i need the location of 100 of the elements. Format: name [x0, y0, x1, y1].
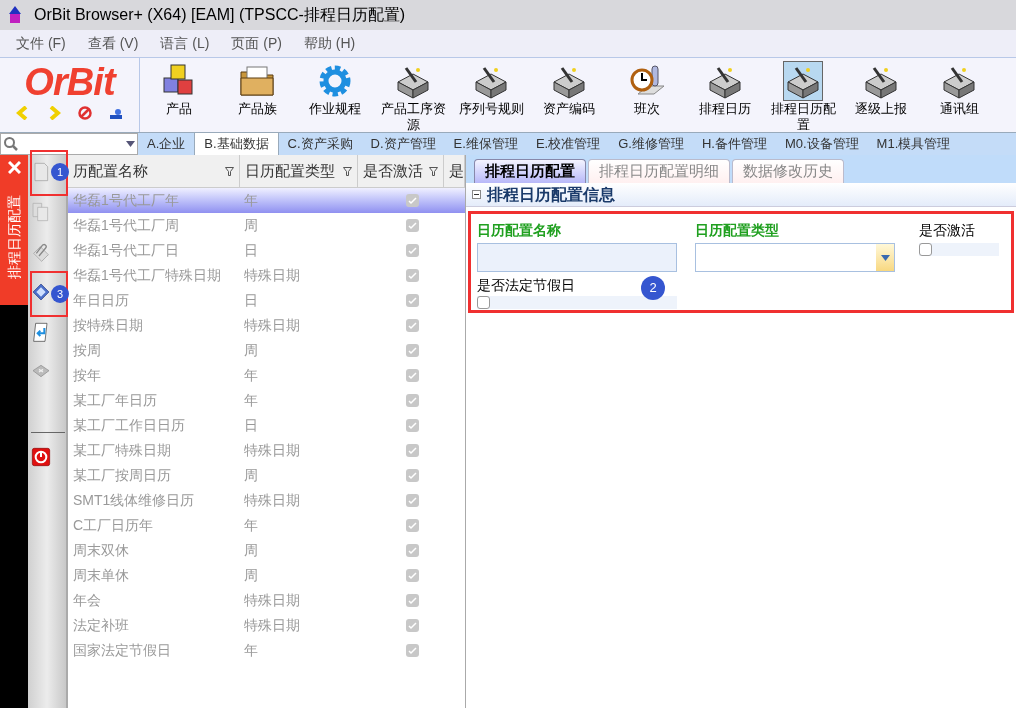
- table-cell-text: 周末双休: [72, 541, 130, 560]
- checkbox[interactable]: [405, 569, 419, 582]
- table-cell-text: C工厂日历年: [72, 516, 155, 535]
- checkbox[interactable]: [405, 194, 419, 207]
- table-cell-text: 年: [243, 391, 259, 410]
- table-cell-text: 特殊日期: [243, 591, 301, 610]
- filter-icon[interactable]: [429, 166, 438, 176]
- table-cell-text: 特殊日期: [243, 266, 301, 285]
- window-title: OrBit Browser+ (X64) [EAM] (TPSCC-排程日历配置): [34, 5, 406, 25]
- type-dropdown[interactable]: [695, 243, 895, 272]
- detail-tab[interactable]: 数据修改历史: [732, 159, 844, 183]
- table-cell-text: 周: [243, 216, 259, 235]
- toolbar-button[interactable]: 通讯组: [920, 58, 998, 132]
- filter-icon[interactable]: [343, 166, 353, 176]
- checkbox[interactable]: [405, 619, 419, 632]
- table-cell-text: 某工厂年日历: [72, 391, 158, 410]
- menu-item[interactable]: 文件 (F): [16, 33, 66, 54]
- close-icon[interactable]: [7, 161, 21, 174]
- app-icon: [8, 6, 22, 24]
- toolbar-button[interactable]: 资产编码: [530, 58, 608, 132]
- dropdown-arrow-icon[interactable]: [126, 141, 135, 147]
- table-cell-text: 周: [243, 341, 259, 360]
- toolbar-button[interactable]: 产品工序资源: [374, 58, 452, 132]
- field-label: 日历配置类型: [695, 221, 780, 240]
- search-field[interactable]: [0, 133, 138, 155]
- table-cell-text: 周: [243, 566, 259, 585]
- table-cell-text: 年日日历: [72, 291, 130, 310]
- toolbar-button[interactable]: 排程日历配置: [764, 58, 842, 132]
- table-cell-text: 按年: [72, 366, 102, 385]
- detail-tab[interactable]: 排程日历配置: [474, 159, 586, 183]
- module-tab[interactable]: A.企业: [138, 133, 195, 155]
- module-tab[interactable]: C.资产采购: [278, 133, 362, 155]
- checkbox[interactable]: [405, 594, 419, 607]
- dropdown-arrow-icon: [880, 254, 890, 261]
- toolbar-button[interactable]: 产品: [140, 58, 218, 132]
- menu-item[interactable]: 语言 (L): [160, 33, 210, 54]
- checkbox[interactable]: [405, 344, 419, 357]
- checkbox[interactable]: [405, 494, 419, 507]
- table-cell-text: 按周: [72, 341, 102, 360]
- table-cell-text: 华磊1号代工厂日: [72, 241, 180, 260]
- column-header[interactable]: 历配置名称: [68, 155, 240, 187]
- checkbox[interactable]: [405, 319, 419, 332]
- module-tab[interactable]: G.维修管理: [609, 133, 693, 155]
- table-cell-text: 年: [243, 191, 259, 210]
- toolbar-button[interactable]: 班次: [608, 58, 686, 132]
- column-header[interactable]: 是: [444, 155, 465, 187]
- stop-icon[interactable]: [78, 106, 92, 120]
- checkbox[interactable]: [477, 296, 490, 309]
- menu-item[interactable]: 帮助 (H): [303, 33, 356, 54]
- toolbar-button[interactable]: 作业规程: [296, 58, 374, 132]
- menu-item[interactable]: 页面 (P): [231, 33, 282, 54]
- checkbox[interactable]: [405, 544, 419, 557]
- checkbox[interactable]: [405, 219, 419, 232]
- toolbar-button[interactable]: 排程日历: [686, 58, 764, 132]
- field-label: 是否法定节假日: [477, 276, 575, 295]
- column-header[interactable]: 是否激活: [358, 155, 444, 187]
- checkbox[interactable]: [405, 644, 419, 657]
- checkbox[interactable]: [405, 244, 419, 257]
- table-cell-text: 华磊1号代工厂特殊日期: [72, 266, 222, 285]
- checkbox[interactable]: [405, 394, 419, 407]
- table-cell-text: 年会: [72, 591, 102, 610]
- side-tab[interactable]: 排程日历配置: [0, 155, 28, 305]
- checkbox[interactable]: [405, 419, 419, 432]
- table-cell-text: 日: [243, 291, 259, 310]
- toolbar-button[interactable]: 产品族: [218, 58, 296, 132]
- checkbox[interactable]: [405, 294, 419, 307]
- module-tab[interactable]: B.基础数据: [194, 133, 279, 155]
- section-header[interactable]: 排程日历配置信息: [466, 183, 1016, 207]
- table-cell-text: 年: [243, 516, 259, 535]
- checkbox[interactable]: [405, 519, 419, 532]
- module-tab[interactable]: E.维保管理: [444, 133, 527, 155]
- checkbox[interactable]: [405, 269, 419, 282]
- table-cell-text: SMT1线体维修日历: [72, 491, 196, 510]
- table-cell-text: 周: [243, 466, 259, 485]
- name-field[interactable]: [477, 243, 677, 272]
- module-tab[interactable]: E.校准管理: [526, 133, 610, 155]
- table-cell-text: 特殊日期: [243, 491, 301, 510]
- table-cell-text: 日: [243, 241, 259, 260]
- column-header[interactable]: 日历配置类型: [239, 155, 359, 187]
- checkbox[interactable]: [405, 444, 419, 457]
- detail-tab[interactable]: 排程日历配置明细: [588, 159, 730, 183]
- filter-icon[interactable]: [224, 166, 234, 176]
- search-icon: [3, 136, 19, 152]
- module-tab[interactable]: M0.设备管理: [775, 133, 868, 155]
- field-label: 日历配置名称: [477, 221, 562, 240]
- toolbar-button[interactable]: 序列号规则: [452, 58, 530, 132]
- menu-item[interactable]: 查看 (V): [87, 33, 139, 54]
- toolbar-button[interactable]: 逐级上报: [842, 58, 920, 132]
- checkbox[interactable]: [919, 243, 932, 256]
- field-label: 是否激活: [919, 221, 976, 240]
- table-cell-text: 特殊日期: [243, 316, 301, 335]
- table-cell-text: 华磊1号代工厂年: [72, 191, 180, 210]
- checkbox[interactable]: [405, 469, 419, 482]
- module-tab[interactable]: M1.模具管理: [867, 133, 960, 155]
- logo: OrBit: [24, 62, 115, 102]
- module-tab[interactable]: H.备件管理: [692, 133, 776, 155]
- module-tab[interactable]: D.资产管理: [361, 133, 445, 155]
- checkbox[interactable]: [405, 369, 419, 382]
- collapse-icon[interactable]: [472, 190, 481, 199]
- table-cell-text: 年: [243, 641, 259, 660]
